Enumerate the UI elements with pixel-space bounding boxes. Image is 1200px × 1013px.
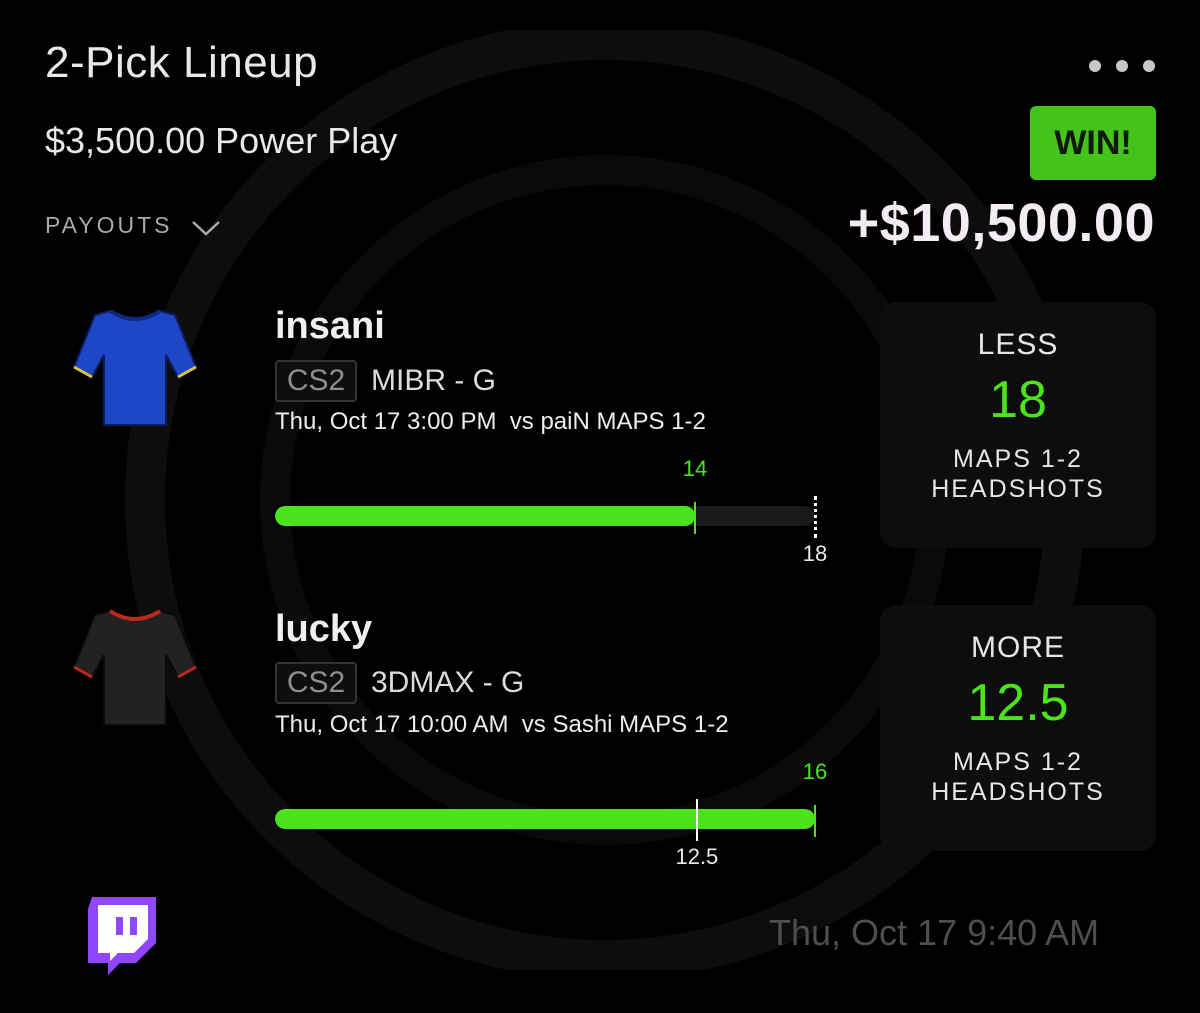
pick-stat: MAPS 1-2 HEADSHOTS: [931, 747, 1105, 807]
more-options-button[interactable]: [1089, 60, 1155, 72]
lineup-title: 2-Pick Lineup: [45, 38, 319, 87]
win-badge: WIN!: [1030, 106, 1156, 180]
payout-amount: +$10,500.00: [847, 193, 1155, 253]
line-marker: [814, 496, 817, 538]
player-name: lucky: [275, 608, 373, 650]
current-value-label: 14: [682, 456, 708, 481]
lineup-subtitle: $3,500.00 Power Play: [45, 120, 398, 161]
timestamp: Thu, Oct 17 9:40 AM: [769, 912, 1100, 953]
menu-dot: [1089, 60, 1101, 72]
pick-line: 18: [989, 371, 1047, 429]
team-position: MIBR - G: [371, 364, 496, 397]
stat-line: MAPS 1-2: [953, 748, 1083, 776]
team-position: 3DMAX - G: [371, 666, 525, 699]
payouts-toggle[interactable]: PAYOUTS: [45, 212, 221, 239]
current-value-label: 16: [802, 759, 828, 784]
player-name: insani: [275, 305, 385, 347]
pick-direction: MORE: [971, 631, 1065, 664]
pick-card: LESS 18 MAPS 1-2 HEADSHOTS: [880, 302, 1156, 548]
payouts-label: PAYOUTS: [45, 212, 173, 238]
current-value-marker: [694, 502, 696, 534]
line-value-label: 18: [802, 541, 828, 566]
stat-name: HEADSHOTS: [931, 475, 1105, 503]
twitch-icon[interactable]: [88, 897, 156, 977]
jersey-icon: [72, 609, 198, 726]
menu-dot: [1143, 60, 1155, 72]
pick-stat: MAPS 1-2 HEADSHOTS: [931, 444, 1105, 504]
pick-card: MORE 12.5 MAPS 1-2 HEADSHOTS: [880, 605, 1156, 851]
stat-name: HEADSHOTS: [931, 778, 1105, 806]
progress-track: [275, 506, 815, 526]
current-value-marker: [814, 805, 816, 837]
line-value-label: 12.5: [675, 844, 719, 869]
game-tag: CS2: [275, 662, 357, 704]
pick-direction: LESS: [977, 328, 1059, 361]
stat-line: MAPS 1-2: [953, 445, 1083, 473]
game-info: Thu, Oct 17 3:00 PM vs paiN MAPS 1-2: [275, 408, 706, 435]
chevron-down-icon: [191, 220, 220, 236]
game-tag: CS2: [275, 360, 357, 402]
line-marker: [695, 799, 698, 841]
progress-fill: [275, 506, 695, 526]
progress-fill: [275, 809, 815, 829]
jersey-icon: [72, 309, 198, 426]
menu-dot: [1116, 60, 1128, 72]
pick-line: 12.5: [967, 674, 1069, 732]
game-info: Thu, Oct 17 10:00 AM vs Sashi MAPS 1-2: [275, 711, 729, 738]
progress-track: [275, 809, 815, 829]
